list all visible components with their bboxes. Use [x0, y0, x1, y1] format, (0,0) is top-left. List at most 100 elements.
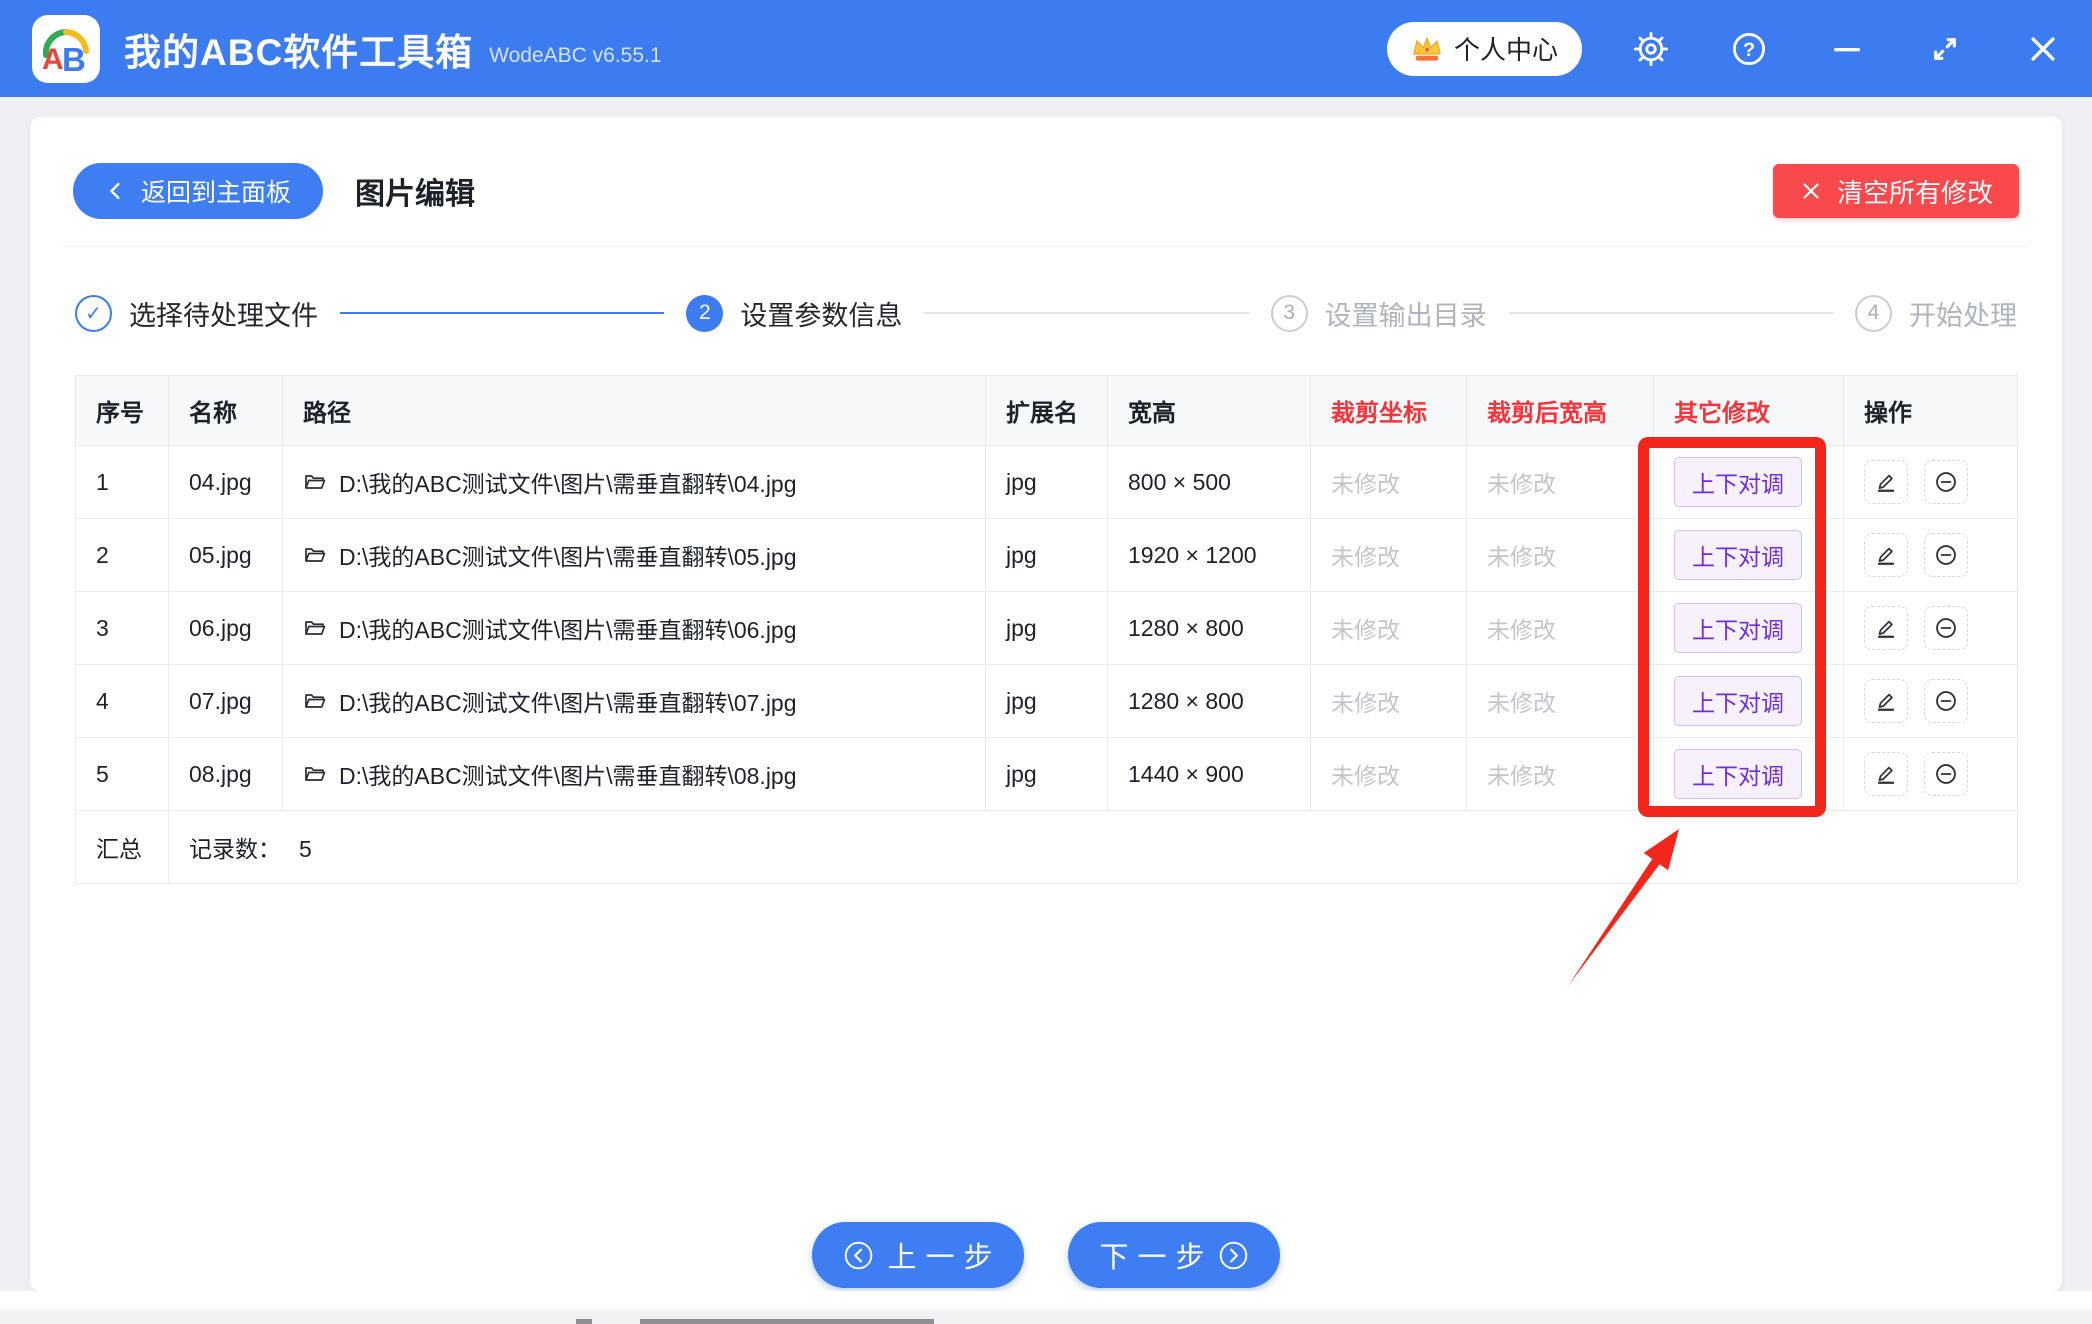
col-path: 路径: [282, 375, 986, 446]
edit-row-button[interactable]: [1864, 606, 1908, 650]
close-button[interactable]: [2026, 32, 2060, 66]
cell-name: 08.jpg: [168, 737, 283, 811]
help-icon: ?: [1732, 32, 1766, 65]
folder-open-icon[interactable]: [303, 689, 327, 713]
edit-row-button[interactable]: [1864, 752, 1908, 796]
maximize-button[interactable]: [1928, 32, 1962, 66]
back-to-dashboard-button[interactable]: 返回到主面板: [73, 163, 324, 219]
step4-circle: 4: [1854, 294, 1892, 332]
cell-crop-size: 未修改: [1466, 445, 1654, 519]
remove-row-button[interactable]: [1924, 460, 1968, 504]
flip-vertical-badge: 上下对调: [1674, 749, 1802, 799]
cell-crop-size: 未修改: [1466, 664, 1654, 738]
pencil-icon: [1877, 766, 1895, 784]
taskbar-segment: [640, 1319, 934, 1324]
table-row: 5 08.jpg D:\我的ABC测试文件\图片\需垂直翻转\08.jpg jp…: [75, 737, 2018, 811]
minus-circle-icon: [1936, 472, 1956, 492]
col-ext: 扩展名: [985, 375, 1108, 446]
app-logo: A B: [32, 14, 100, 83]
edit-row-button[interactable]: [1864, 533, 1908, 577]
toolbar-divider: [63, 246, 2029, 247]
help-button[interactable]: ?: [1732, 32, 1766, 66]
settings-button[interactable]: [1634, 31, 1668, 66]
remove-row-button[interactable]: [1924, 752, 1968, 796]
cell-path: D:\我的ABC测试文件\图片\需垂直翻转\06.jpg: [282, 591, 986, 665]
cell-size: 1920 × 1200: [1107, 518, 1311, 592]
app-title: 我的ABC软件工具箱: [124, 31, 474, 73]
step-connector-2: [924, 312, 1249, 314]
minus-circle-icon: [1936, 691, 1956, 711]
svg-text:?: ?: [1743, 39, 1755, 61]
cell-crop-pos: 未修改: [1310, 445, 1467, 519]
personal-center-button[interactable]: 个人中心: [1386, 21, 1582, 76]
flip-vertical-badge: 上下对调: [1674, 530, 1802, 580]
abc-logo-icon: A B: [42, 28, 89, 77]
cell-ext: jpg: [985, 445, 1108, 519]
minus-circle-icon: [1936, 764, 1956, 784]
step-indicator: ✓ 选择待处理文件 2 设置参数信息 3 设置输出目录 4 开始处理: [75, 285, 2017, 341]
col-index: 序号: [75, 375, 169, 446]
step1-label: 选择待处理文件: [129, 300, 318, 331]
crown-icon: [1413, 35, 1441, 61]
prev-step-button[interactable]: 上一步: [812, 1222, 1024, 1288]
cell-name: 04.jpg: [168, 445, 283, 519]
cell-name: 05.jpg: [168, 518, 283, 592]
cell-actions: [1843, 518, 2018, 592]
cell-ext: jpg: [985, 518, 1108, 592]
folder-open-icon[interactable]: [303, 470, 327, 494]
content-card: 返回到主面板 图片编辑 清空所有修改 ✓ 选择待处理文件 2 设置参数信息 3 …: [30, 117, 2062, 1291]
taskbar-strip: [0, 1310, 2092, 1324]
step-connector-3: [1508, 312, 1833, 314]
clear-all-changes-button[interactable]: 清空所有修改: [1772, 164, 2019, 218]
cell-crop-size: 未修改: [1466, 518, 1654, 592]
cell-crop-pos: 未修改: [1310, 737, 1467, 811]
personal-center-label: 个人中心: [1453, 35, 1558, 65]
expand-icon: [1934, 37, 1956, 60]
summary-label: 汇总: [75, 810, 169, 884]
app-version: WodeABC v6.55.1: [489, 43, 662, 67]
cell-other: 上下对调: [1653, 445, 1844, 519]
minus-circle-icon: [1936, 618, 1956, 638]
pencil-icon: [1877, 547, 1895, 565]
edit-row-button[interactable]: [1864, 460, 1908, 504]
remove-row-button[interactable]: [1924, 679, 1968, 723]
cell-name: 07.jpg: [168, 664, 283, 738]
edit-row-button[interactable]: [1864, 679, 1908, 723]
title-bar: A B 我的ABC软件工具箱 WodeABC v6.55.1 个人中心 ?: [0, 0, 2092, 97]
col-size: 宽高: [1107, 375, 1311, 446]
path-text: D:\我的ABC测试文件\图片\需垂直翻转\07.jpg: [339, 690, 797, 716]
table-row: 2 05.jpg D:\我的ABC测试文件\图片\需垂直翻转\05.jpg jp…: [75, 518, 2018, 592]
window-controls: ?: [1634, 31, 2060, 66]
minimize-icon: [1833, 47, 1861, 51]
folder-open-icon[interactable]: [303, 616, 327, 640]
back-button-label: 返回到主面板: [141, 179, 292, 207]
folder-open-icon[interactable]: [303, 543, 327, 567]
cell-actions: [1843, 664, 2018, 738]
cell-ext: jpg: [985, 737, 1108, 811]
cell-other: 上下对调: [1653, 737, 1844, 811]
path-text: D:\我的ABC测试文件\图片\需垂直翻转\05.jpg: [339, 544, 797, 570]
folder-open-icon[interactable]: [303, 762, 327, 786]
table-row: 1 04.jpg D:\我的ABC测试文件\图片\需垂直翻转\04.jpg jp…: [75, 445, 2018, 519]
step4-label: 开始处理: [1908, 300, 2017, 331]
cell-path: D:\我的ABC测试文件\图片\需垂直翻转\07.jpg: [282, 664, 986, 738]
summary-records: 记录数： 5: [168, 810, 2018, 884]
circle-chevron-left-icon: [845, 1241, 873, 1269]
files-table: 序号 名称 路径 扩展名 宽高 裁剪坐标 裁剪后宽高 其它修改 操作 1 04.…: [75, 375, 2018, 884]
records-label: 记录数：: [189, 836, 281, 862]
remove-row-button[interactable]: [1924, 533, 1968, 577]
remove-row-button[interactable]: [1924, 606, 1968, 650]
wizard-nav: 上一步 下一步: [30, 1222, 2062, 1288]
cell-ext: jpg: [985, 591, 1108, 665]
cell-actions: [1843, 591, 2018, 665]
cell-crop-size: 未修改: [1466, 591, 1654, 665]
path-text: D:\我的ABC测试文件\图片\需垂直翻转\08.jpg: [339, 763, 797, 789]
step-connector-1: [340, 312, 665, 314]
minimize-button[interactable]: [1830, 32, 1864, 66]
cell-ext: jpg: [985, 664, 1108, 738]
next-step-label: 下一步: [1099, 1242, 1214, 1274]
cell-other: 上下对调: [1653, 664, 1844, 738]
next-step-button[interactable]: 下一步: [1068, 1222, 1280, 1288]
pencil-icon: [1877, 474, 1895, 492]
col-other: 其它修改: [1653, 375, 1844, 446]
